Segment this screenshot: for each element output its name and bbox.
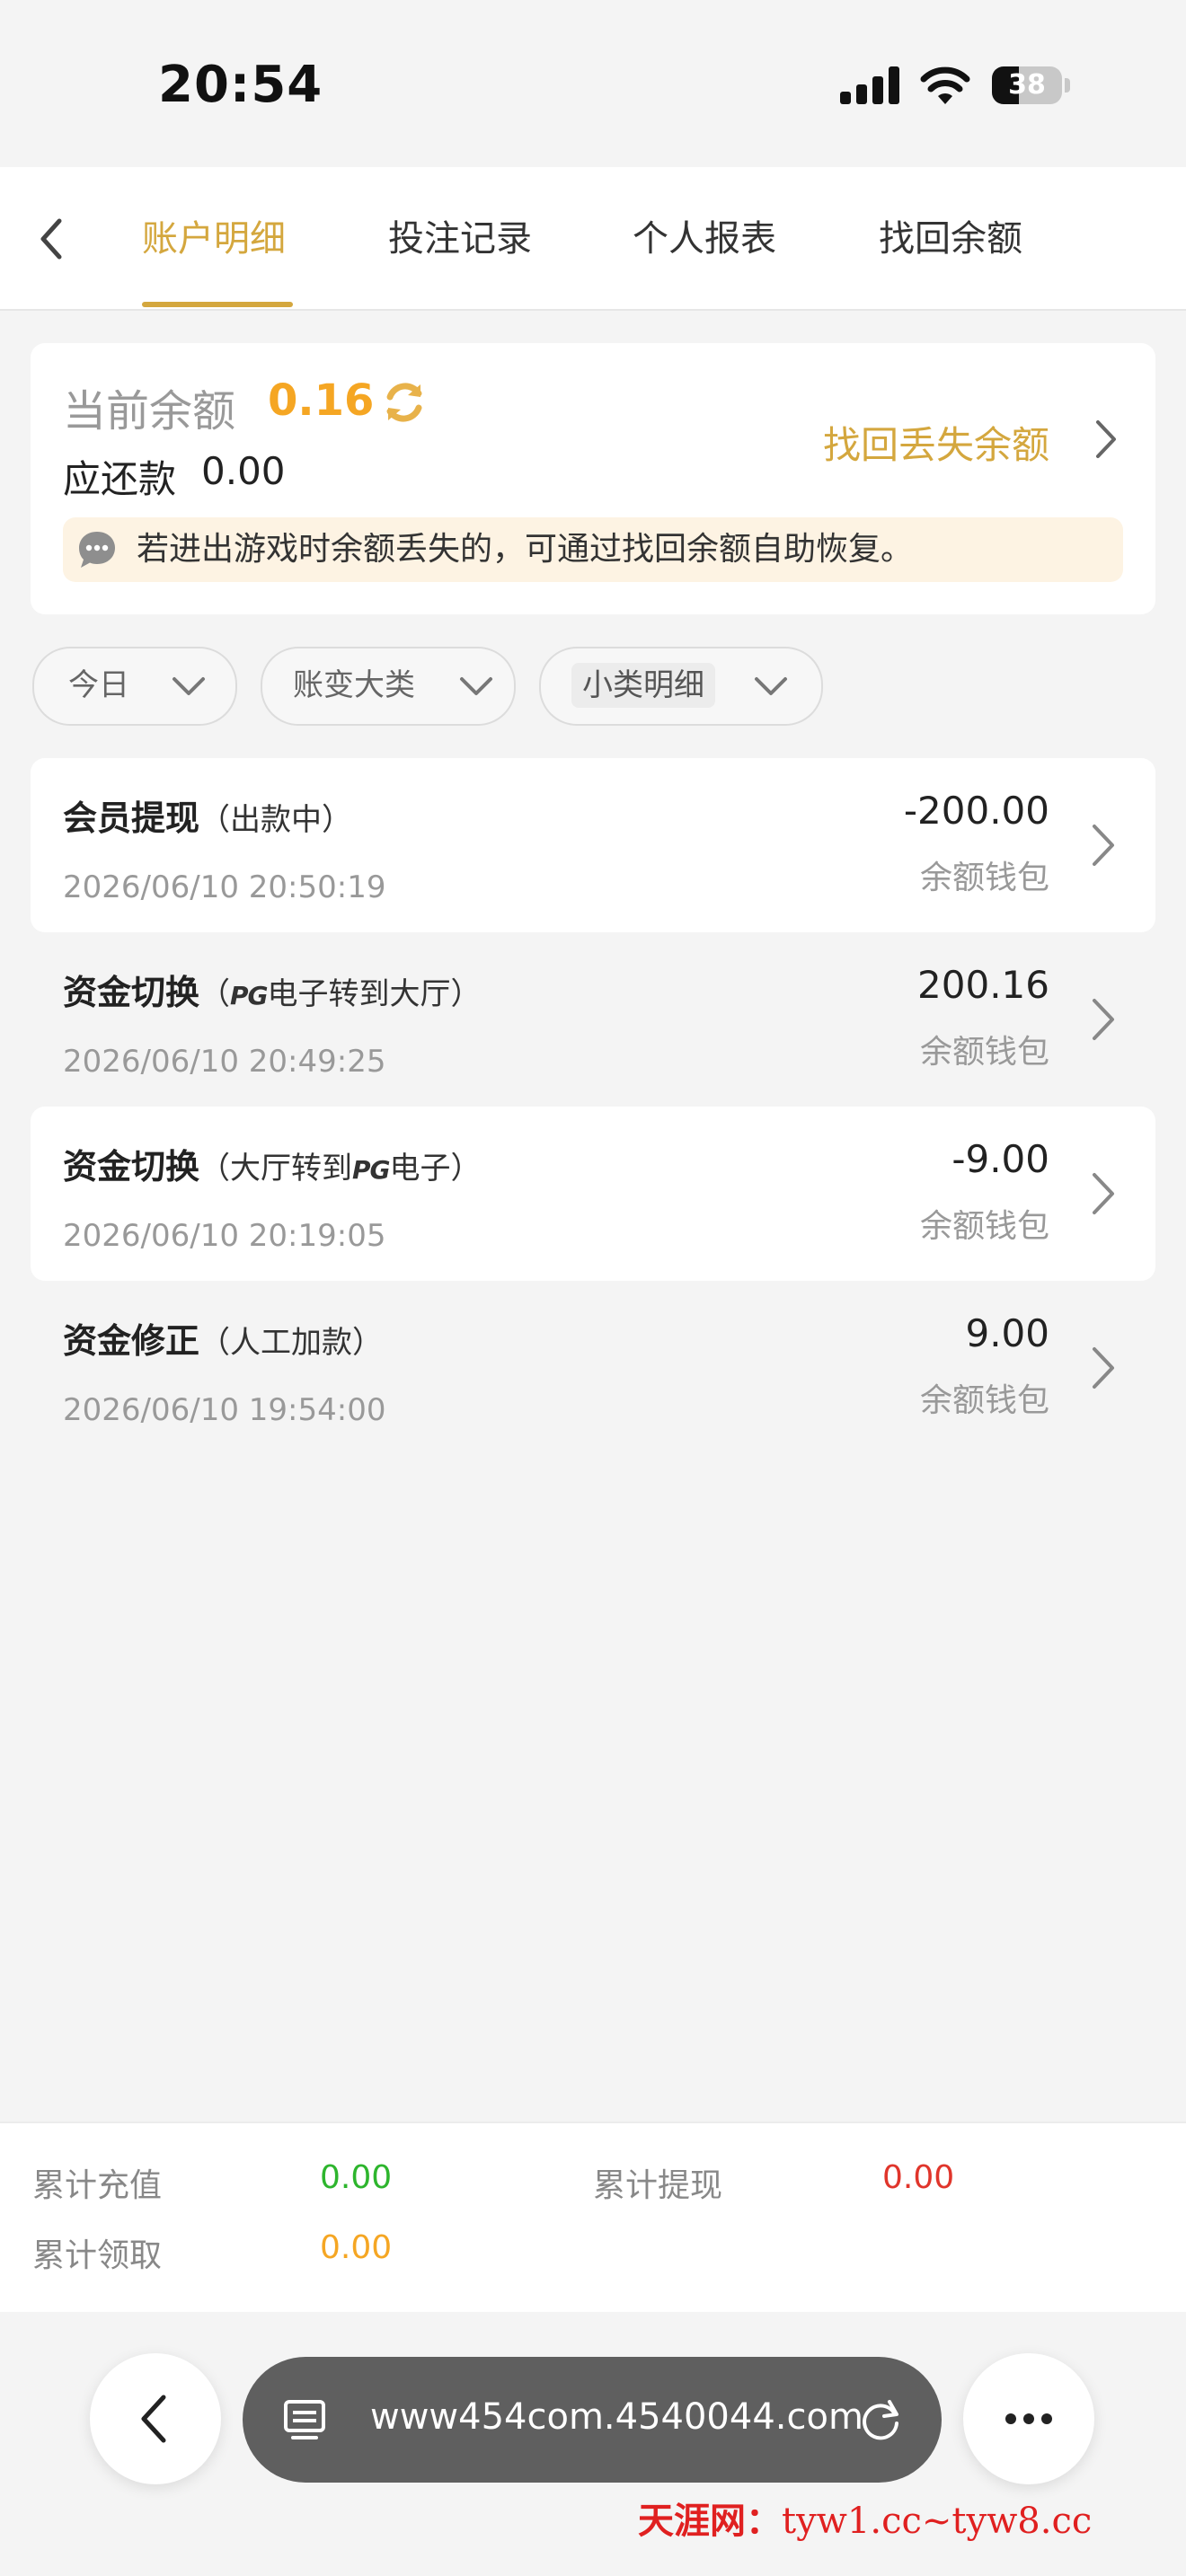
transaction-subtitle-pre: （大厅转到 (199, 1151, 353, 1187)
chevron-right-icon (1093, 825, 1114, 866)
transaction-title: 资金修正 (63, 1321, 200, 1361)
transaction-amount: 200.16 (917, 963, 1049, 1007)
total-withdraw-label: 累计提现 (593, 2167, 723, 2204)
filter-date-label: 今日 (68, 667, 129, 703)
reload-icon[interactable] (857, 2396, 904, 2443)
chevron-down-icon (755, 677, 787, 695)
transaction-row[interactable]: 资金切换（大厅转到PG电子） 2026/06/10 20:19:05 -9.00… (31, 1107, 1155, 1281)
filter-subcategory-label: 小类明细 (582, 667, 704, 703)
pg-logo: PG (230, 981, 269, 1010)
transaction-subtitle-pre: （ (199, 976, 231, 1012)
transaction-time: 2026/06/10 20:49:25 (63, 1044, 386, 1080)
chevron-right-icon (1093, 1173, 1114, 1214)
balance-label: 当前余额 (63, 386, 236, 437)
notice-banner: 若进出游戏时余额丢失的，可通过找回余额自助恢复。 (63, 517, 1123, 582)
transaction-wallet: 余额钱包 (919, 1034, 1049, 1071)
address-bar[interactable]: www454com.4540044.com (243, 2357, 942, 2483)
transaction-time: 2026/06/10 20:19:05 (63, 1218, 386, 1254)
transaction-amount: -200.00 (903, 789, 1049, 833)
total-withdraw-value: 0.00 (882, 2159, 955, 2196)
chevron-right-icon (1093, 1347, 1114, 1389)
chat-bubble-icon (79, 532, 115, 568)
wifi-icon (920, 66, 970, 104)
browser-back-button[interactable] (90, 2353, 221, 2484)
amount-due-label: 应还款 (63, 457, 177, 501)
ellipsis-icon (1005, 2413, 1052, 2424)
back-button[interactable] (31, 212, 72, 266)
transaction-subtitle-post: 电子转到大厅） (267, 976, 482, 1012)
total-recharge-label: 累计充值 (32, 2167, 163, 2204)
tab-account-detail[interactable]: 账户明细 (142, 212, 286, 266)
transaction-subtitle-post: 电子） (389, 1151, 482, 1187)
notice-text: 若进出游戏时余额丢失的，可通过找回余额自助恢复。 (137, 531, 914, 568)
tab-recover-balance[interactable]: 找回余额 (879, 212, 1022, 266)
balance-value: 0.16 (268, 375, 375, 426)
transaction-row[interactable]: 资金切换（PG电子转到大厅） 2026/06/10 20:49:25 200.1… (31, 932, 1155, 1107)
top-nav: 账户明细 投注记录 个人报表 找回余额 (0, 167, 1186, 311)
transaction-time: 2026/06/10 20:50:19 (63, 869, 386, 905)
transaction-title: 会员提现 (63, 798, 200, 838)
watermark-domains: tyw1.cc~tyw8.cc (782, 2501, 1093, 2542)
recover-lost-balance-link[interactable]: 找回丢失余额 (823, 415, 1049, 470)
total-claim-value: 0.00 (320, 2229, 393, 2266)
filter-category-label: 账变大类 (293, 667, 415, 703)
total-recharge-value: 0.00 (320, 2159, 393, 2196)
total-claim-label: 累计领取 (32, 2237, 163, 2274)
transaction-time: 2026/06/10 19:54:00 (63, 1392, 386, 1428)
battery-level: 38 (1008, 69, 1046, 101)
transaction-row[interactable]: 会员提现（出款中） 2026/06/10 20:50:19 -200.00 余额… (31, 758, 1155, 932)
filter-subcategory-chip: 小类明细 (571, 663, 715, 708)
totals-panel: 累计充值 0.00 累计提现 0.00 累计领取 0.00 (0, 2122, 1186, 2312)
transaction-wallet: 余额钱包 (919, 1208, 1049, 1245)
watermark: 天涯网：tyw1.cc~tyw8.cc (638, 2492, 1092, 2544)
battery-icon: 38 (992, 66, 1071, 104)
filter-date[interactable]: 今日 (32, 647, 237, 726)
filter-category[interactable]: 账变大类 (261, 647, 516, 726)
chevron-down-icon (460, 677, 492, 695)
pg-logo: PG (352, 1155, 391, 1185)
transaction-row[interactable]: 资金修正（人工加款） 2026/06/10 19:54:00 9.00 余额钱包 (31, 1281, 1155, 1455)
transaction-title: 资金切换 (63, 973, 200, 1012)
active-tab-indicator (142, 302, 293, 307)
refresh-balance-icon[interactable] (379, 377, 429, 428)
watermark-brand: 天涯网： (638, 2500, 782, 2542)
chevron-right-icon (1093, 999, 1114, 1040)
balance-card: 当前余额 0.16 应还款 0.00 找回丢失余额 若进出游戏时余额丢失的，可通… (31, 343, 1155, 614)
status-time: 20:54 (158, 56, 323, 114)
tabs-icon[interactable] (282, 2398, 327, 2443)
url-text: www454com.4540044.com (370, 2396, 863, 2438)
tab-bet-records[interactable]: 投注记录 (388, 212, 532, 266)
more-menu-button[interactable] (963, 2353, 1094, 2484)
chevron-left-icon (141, 2395, 166, 2443)
transaction-title: 资金切换 (63, 1147, 200, 1187)
transaction-wallet: 余额钱包 (919, 860, 1049, 896)
transaction-amount: -9.00 (951, 1137, 1049, 1181)
transaction-subtitle: （人工加款） (199, 1325, 384, 1361)
transaction-subtitle: （出款中） (199, 802, 353, 838)
cellular-signal-icon (840, 66, 901, 104)
chevron-right-icon[interactable] (1093, 417, 1120, 462)
amount-due-value: 0.00 (201, 449, 286, 493)
filter-subcategory[interactable]: 小类明细 (539, 647, 823, 726)
tab-personal-report[interactable]: 个人报表 (633, 212, 776, 266)
transaction-amount: 9.00 (965, 1311, 1049, 1355)
transaction-wallet: 余额钱包 (919, 1382, 1049, 1419)
chevron-down-icon (173, 677, 205, 695)
